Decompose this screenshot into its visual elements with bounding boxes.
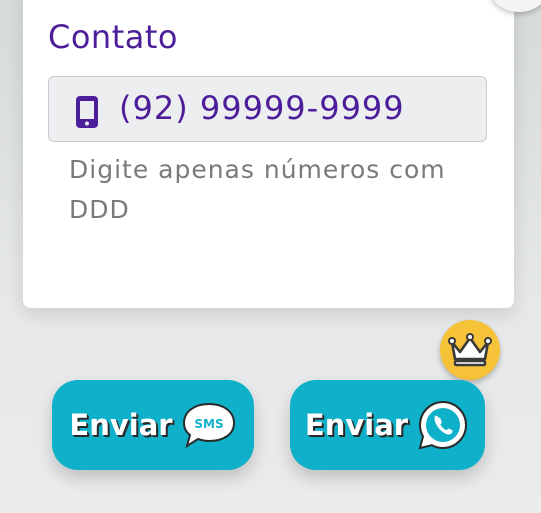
- premium-badge: [440, 320, 500, 380]
- mobile-phone-icon: [76, 96, 98, 128]
- helper-text: Digite apenas números com DDD: [69, 155, 446, 224]
- phone-value: (92) 99999-9999: [119, 89, 405, 127]
- close-icon: ✕: [508, 0, 530, 6]
- sms-bubble-icon: SMS: [182, 402, 235, 449]
- close-button[interactable]: ✕: [490, 0, 541, 12]
- send-whatsapp-label: Enviar: [304, 408, 409, 442]
- crown-icon: [448, 333, 492, 367]
- sms-icon-text: SMS: [194, 417, 223, 431]
- send-whatsapp-button[interactable]: Enviar: [290, 380, 485, 470]
- phone-input[interactable]: (92) 99999-9999: [48, 76, 487, 142]
- send-sms-label: Enviar: [69, 408, 173, 442]
- section-title: Contato: [48, 18, 178, 56]
- whatsapp-icon: [418, 400, 468, 450]
- send-sms-button[interactable]: Enviar SMS: [52, 380, 254, 470]
